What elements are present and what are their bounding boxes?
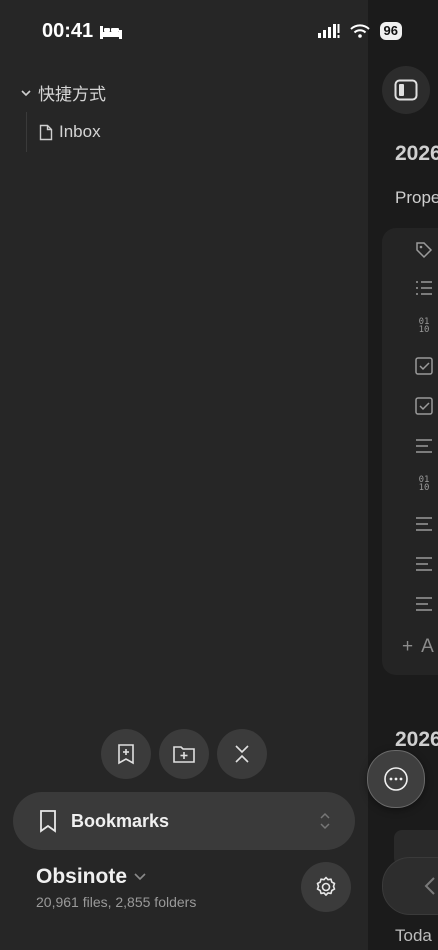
text-icon <box>414 554 434 574</box>
sidebar-toggle-button[interactable] <box>382 66 430 114</box>
bookmarks-selector[interactable]: Bookmarks <box>13 792 355 850</box>
note-title: 2026 <box>395 142 438 165</box>
new-folder-button[interactable] <box>159 729 209 779</box>
collapse-all-button[interactable] <box>217 729 267 779</box>
chevron-down-icon <box>134 873 146 881</box>
checkbox-icon <box>414 356 434 376</box>
battery-indicator: 96 <box>379 22 402 40</box>
vault-switcher[interactable]: Obsinote <box>36 865 147 889</box>
shortcuts-folder-label: 快捷方式 <box>38 85 106 104</box>
bookmark-add-icon <box>118 744 134 765</box>
vault-stats: 20,961 files, 2,855 folders <box>36 894 197 910</box>
today-label: Toda <box>395 926 432 945</box>
text-icon <box>414 436 434 456</box>
shortcuts-folder[interactable]: 快捷方式 <box>20 80 106 105</box>
text-icon <box>414 594 434 614</box>
sidebar-toggle-icon <box>394 79 418 101</box>
tree-item-label: Inbox <box>59 122 101 141</box>
wifi-icon <box>349 24 370 38</box>
bookmark-icon <box>40 810 56 833</box>
new-bookmark-button[interactable] <box>101 729 151 779</box>
folder-add-icon <box>173 746 195 763</box>
add-property-label: A <box>421 636 434 657</box>
properties-heading: Prope <box>395 188 438 207</box>
note-title-secondary: 2026 <box>395 728 438 751</box>
collapse-icon <box>235 745 249 763</box>
checkbox-icon <box>414 396 434 416</box>
vault-name: Obsinote <box>36 865 128 888</box>
sidebar-actions <box>101 729 267 779</box>
text-icon <box>414 514 434 534</box>
list-icon <box>414 278 434 298</box>
status-indicators: 96 <box>317 22 402 40</box>
file-icon <box>39 124 53 140</box>
signal-icon <box>317 24 340 38</box>
sidebar-drawer: 00:41 快捷方式 Inbox Bookmarks Obsinote 20,9… <box>0 0 368 950</box>
bookmarks-label: Bookmarks <box>71 811 170 831</box>
plus-icon: + <box>402 636 414 657</box>
settings-button[interactable] <box>301 862 351 912</box>
properties-panel: 01 10 01 10 <box>382 228 438 675</box>
status-time: 00:41 <box>42 20 123 43</box>
screen: 2026 Prope 01 10 01 10 + A 2026 Toda 00:… <box>0 0 438 950</box>
more-options-button[interactable] <box>367 750 425 808</box>
number-icon: 01 10 <box>418 475 430 493</box>
chevron-left-icon <box>424 877 435 895</box>
gear-icon <box>316 876 336 896</box>
chevron-down-icon <box>21 89 31 96</box>
chevron-updown-icon <box>320 812 330 830</box>
tree-item-inbox[interactable]: Inbox <box>26 112 101 152</box>
more-icon <box>384 767 408 791</box>
back-nav-button[interactable] <box>382 857 438 915</box>
bed-icon <box>100 25 123 39</box>
number-icon: 01 10 <box>418 317 430 335</box>
status-time-text: 00:41 <box>42 20 94 42</box>
main-pane: 2026 Prope 01 10 01 10 + A 2026 Toda <box>368 0 438 950</box>
add-property-button[interactable]: + A <box>402 636 434 658</box>
tag-icon <box>414 240 434 260</box>
